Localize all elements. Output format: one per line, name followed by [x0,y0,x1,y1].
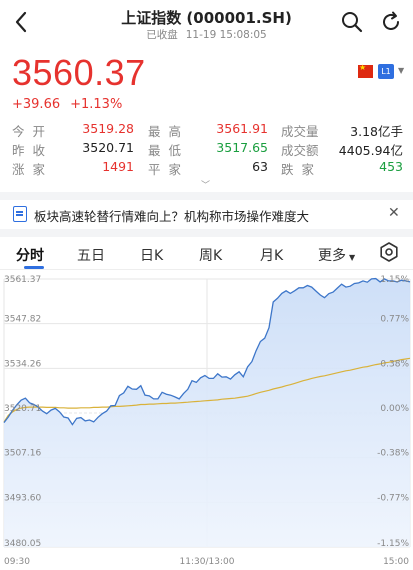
china-flag-icon [358,63,373,78]
news-headline[interactable]: 板块高速轮替行情难向上？机构称市场操作难度大 [34,206,309,225]
flat-count-value: 63 [252,159,268,174]
down-count-label: 跌家 [281,162,323,177]
intraday-chart[interactable]: 3561.37 1.15% 3547.82 0.77% 3534.26 0.38% 3520… [0,271,413,570]
chart-tabs: 分时 五日 日K 周K 月K 更多 ▼ [0,238,413,270]
y-tick-label: 3480.05 [4,539,41,549]
tab-daily-k[interactable]: 日K [140,245,163,265]
settings-icon[interactable] [378,241,400,263]
low-value: 3517.65 [216,140,268,155]
x-tick-label: 09:30 [4,557,30,567]
prev-close-value: 3520.71 [82,140,134,155]
open-value: 3519.28 [82,121,134,136]
section-divider [0,229,413,237]
stats-row: 今开 3519.28 最高 3561.91 成交量 3.18亿手 [0,121,413,140]
low-label: 最低 [148,143,190,158]
pct-tick-label: 0.77% [380,315,409,325]
high-value: 3561.91 [216,121,268,136]
caret-down-icon[interactable]: ▼ [398,66,404,75]
flat-count-label: 平家 [148,162,190,177]
tab-more-label: 更多 [318,248,346,264]
stats-row: 昨收 3520.71 最低 3517.65 成交额 4405.94亿 [0,140,413,159]
tab-intraday[interactable]: 分时 [16,245,44,265]
tab-weekly-k[interactable]: 周K [199,245,222,265]
status-label: 已收盘 [146,29,178,41]
x-tick-label: 15:00 [383,557,409,567]
expand-chevron-icon[interactable]: ﹀ [201,178,210,191]
y-tick-label: 3534.26 [4,359,41,369]
tab-more[interactable]: 更多 ▼ [318,245,355,265]
section-divider [0,192,413,200]
stats-row: 涨家 1491 平家 63 跌家 453 [0,159,413,178]
y-tick-label: 3547.82 [4,315,41,325]
down-count-value: 453 [379,159,403,174]
pct-tick-label: -0.77% [377,493,409,503]
change-amount: +39.66 [12,97,61,112]
change-percent: +1.13% [70,97,123,112]
active-tab-indicator [24,266,44,269]
amount-label: 成交额 [281,143,319,158]
price-change: +39.66 +1.13% [12,97,122,112]
amount-value: 4405.94亿 [338,143,403,158]
open-label: 今开 [12,124,54,139]
pct-tick-label: 0.38% [380,359,409,369]
refresh-icon[interactable] [379,10,403,34]
tab-five-day[interactable]: 五日 [77,245,105,265]
volume-value: 3.18亿手 [350,124,403,139]
prev-close-label: 昨收 [12,143,54,158]
y-tick-label: 3493.60 [4,493,41,503]
y-tick-label: 3561.37 [4,275,41,285]
top-bar: 上证指数 (000001.SH) 已收盘 11-19 15:08:05 [0,0,413,46]
high-label: 最高 [148,124,190,139]
y-tick-label: 3507.16 [4,449,41,459]
close-icon[interactable]: ✕ [388,205,400,221]
up-count-value: 1491 [102,159,134,174]
pct-tick-label: 0.00% [380,404,409,414]
up-count-label: 涨家 [12,162,54,177]
quote-stats: 今开 3519.28 最高 3561.91 成交量 3.18亿手 昨收 3520… [0,121,413,178]
level-badge[interactable]: L1 [378,64,394,79]
news-banner[interactable]: 板块高速轮替行情难向上？机构称市场操作难度大 ✕ [0,201,413,229]
tab-monthly-k[interactable]: 月K [260,245,283,265]
pct-tick-label: 1.15% [380,275,409,285]
chart-canvas: 3561.37 1.15% 3547.82 0.77% 3534.26 0.38% 3520… [3,275,411,567]
caret-down-icon: ▼ [349,253,356,262]
volume-label: 成交量 [281,124,319,139]
search-icon[interactable] [340,10,364,34]
pct-tick-label: -1.15% [377,539,409,549]
current-price: 3560.37 [12,52,146,93]
status-datetime: 11-19 15:08:05 [185,29,267,41]
pct-tick-label: -0.38% [377,449,409,459]
y-tick-label: 3520.71 [4,404,41,414]
news-icon [13,206,27,222]
x-tick-label: 11:30/13:00 [180,557,235,567]
